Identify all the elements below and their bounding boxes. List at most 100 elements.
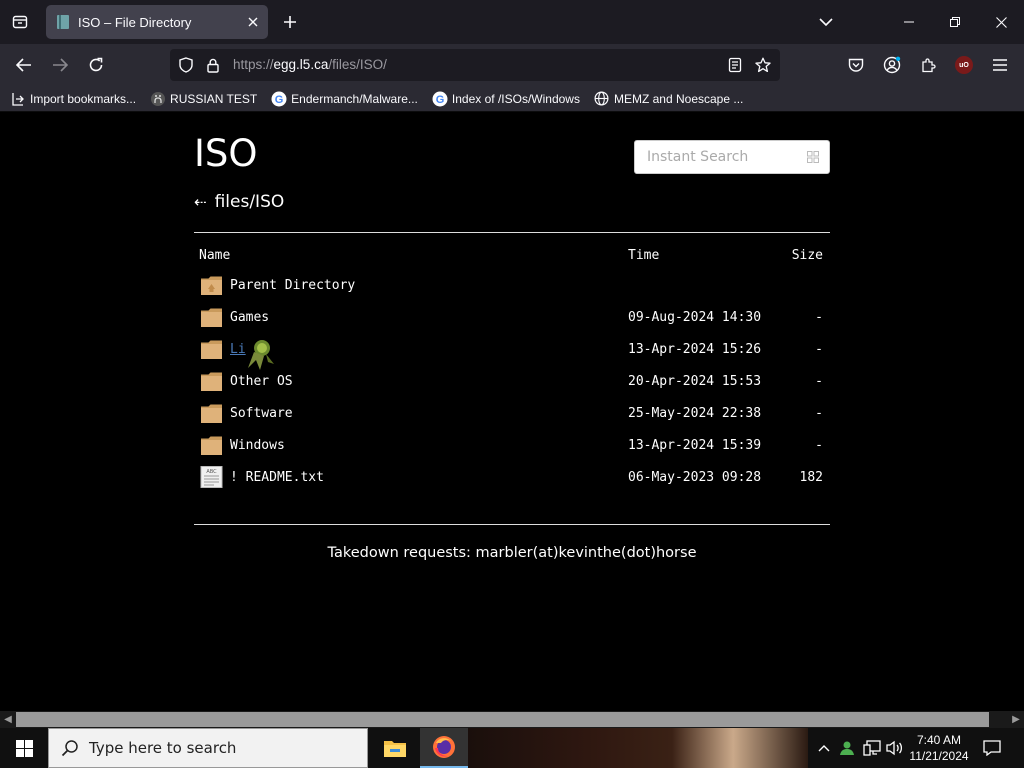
entry-size: - xyxy=(815,374,823,389)
url-prefix: https:// xyxy=(233,57,274,72)
entry-name[interactable]: Software xyxy=(230,406,293,421)
extensions-button[interactable] xyxy=(915,52,941,78)
entry-time: 20-Apr-2024 15:53 xyxy=(628,374,762,389)
url-bar[interactable]: https://egg.l5.ca/files/ISO/ xyxy=(170,49,780,81)
list-item[interactable]: Other OS 20-Apr-2024 15:53 - xyxy=(194,366,830,398)
tab-bar: ISO – File Directory xyxy=(0,0,1024,44)
windows-logo-icon xyxy=(15,739,33,757)
entry-name[interactable]: Windows xyxy=(230,438,285,453)
entry-name[interactable]: Games xyxy=(230,310,269,325)
entry-name[interactable]: Other OS xyxy=(230,374,293,389)
taskbar-background-image xyxy=(468,728,808,768)
taskbar-search-placeholder: Type here to search xyxy=(89,739,237,757)
divider xyxy=(194,524,830,525)
list-all-tabs-button[interactable] xyxy=(812,8,840,36)
scrollbar-thumb[interactable] xyxy=(16,712,989,727)
close-icon xyxy=(995,16,1007,28)
speaker-icon xyxy=(886,740,903,756)
bookmark-endermanch-malware[interactable]: G Endermanch/Malware... xyxy=(271,91,418,107)
bookmark-label: RUSSIAN TEST xyxy=(170,91,258,106)
window-close-button[interactable] xyxy=(978,0,1024,44)
column-name-header[interactable]: Name xyxy=(199,248,230,263)
taskbar-search[interactable]: Type here to search xyxy=(48,728,368,768)
page-content: ISO ⇠ files/ISO Name Time Size Parent Di… xyxy=(0,112,1024,711)
taskbar-clock[interactable]: 7:40 AM 11/21/2024 xyxy=(906,728,972,768)
url-host: egg.l5.ca xyxy=(273,57,329,72)
network-button[interactable] xyxy=(860,728,884,768)
back-button[interactable] xyxy=(9,50,39,80)
entry-name[interactable]: ! README.txt xyxy=(230,470,324,485)
column-time-header[interactable]: Time xyxy=(628,248,659,263)
pocket-button[interactable] xyxy=(843,52,869,78)
account-icon xyxy=(883,56,901,74)
forward-button[interactable] xyxy=(45,50,75,80)
list-item[interactable]: Games 09-Aug-2024 14:30 - xyxy=(194,302,830,334)
folder-icon xyxy=(201,404,222,423)
tab-iso-file-directory[interactable]: ISO – File Directory xyxy=(46,5,268,39)
volume-button[interactable] xyxy=(884,728,906,768)
ublock-shield-icon: uO xyxy=(955,56,973,74)
new-tab-button[interactable] xyxy=(276,8,304,36)
taskbar-firefox[interactable] xyxy=(420,728,468,768)
show-hidden-icons-button[interactable] xyxy=(814,728,834,768)
entry-time: 25-May-2024 22:38 xyxy=(628,406,762,421)
instant-search[interactable] xyxy=(634,140,830,174)
window-minimize-button[interactable] xyxy=(886,0,932,44)
clock-time: 7:40 AM xyxy=(916,733,962,747)
breadcrumb-path: files/ISO xyxy=(214,192,285,212)
start-button[interactable] xyxy=(0,728,48,768)
bookmark-memz-noescape[interactable]: MEMZ and Noescape ... xyxy=(594,91,743,107)
svg-text:G: G xyxy=(436,94,445,106)
bookmark-index-isos-windows[interactable]: G Index of /ISOs/Windows xyxy=(432,91,580,107)
chevron-down-icon xyxy=(819,18,833,27)
entry-time: 09-Aug-2024 14:30 xyxy=(628,310,762,325)
file-explorer-icon xyxy=(384,741,406,757)
takedown-notice: Takedown requests: marbler(at)kevinthe(d… xyxy=(327,545,697,561)
entry-name[interactable]: Parent Directory xyxy=(230,278,355,293)
application-menu-button[interactable] xyxy=(987,52,1013,78)
ublock-origin-button[interactable]: uO xyxy=(951,52,977,78)
minimize-icon xyxy=(904,21,914,23)
bookmark-import[interactable]: Import bookmarks... xyxy=(10,91,136,107)
cursor-sprite-icon xyxy=(248,340,274,370)
list-item[interactable]: ABC ! README.txt 06-May-2023 09:28 182 xyxy=(194,462,830,494)
account-button[interactable] xyxy=(879,52,905,78)
parent-arrow-icon[interactable]: ⇠ xyxy=(194,193,207,211)
instant-search-input[interactable] xyxy=(635,141,805,173)
firefox-view-button[interactable] xyxy=(6,8,34,36)
site-info-button[interactable] xyxy=(204,56,222,74)
close-tab-button[interactable] xyxy=(244,13,262,31)
text-file-icon: ABC xyxy=(200,466,223,488)
horizontal-scrollbar[interactable]: ◀ ▶ xyxy=(0,711,1024,728)
arrow-left-icon xyxy=(16,58,31,72)
book-favicon-icon xyxy=(57,15,69,29)
list-item[interactable]: Parent Directory xyxy=(194,270,830,302)
list-item[interactable]: Li 13-Apr-2024 15:26 - xyxy=(194,334,830,366)
scroll-right-arrow-icon[interactable]: ▶ xyxy=(1008,712,1024,727)
keyboard-shortcut-icon xyxy=(807,151,819,163)
notification-center-button[interactable] xyxy=(978,728,1006,768)
column-size-header[interactable]: Size xyxy=(792,248,823,263)
github-icon xyxy=(150,91,166,107)
tracking-protection-button[interactable] xyxy=(177,56,195,74)
tray-people-button[interactable] xyxy=(836,728,858,768)
search-icon xyxy=(61,740,78,757)
shield-icon xyxy=(179,57,193,73)
reader-view-button[interactable] xyxy=(726,56,744,74)
list-item[interactable]: Software 25-May-2024 22:38 - xyxy=(194,398,830,430)
network-icon xyxy=(863,740,881,756)
window-restore-button[interactable] xyxy=(932,0,978,44)
taskbar-file-explorer[interactable] xyxy=(372,728,418,768)
google-icon: G xyxy=(271,91,287,107)
bookmark-label: Import bookmarks... xyxy=(30,91,137,106)
reload-button[interactable] xyxy=(81,50,111,80)
bookmark-star-button[interactable] xyxy=(754,56,772,74)
listing-header: Name Time Size xyxy=(194,242,830,270)
puzzle-icon xyxy=(922,58,936,73)
svg-text:ABC: ABC xyxy=(206,469,217,475)
url-text[interactable]: https://egg.l5.ca/files/ISO/ xyxy=(233,57,387,72)
list-item[interactable]: Windows 13-Apr-2024 15:39 - xyxy=(194,430,830,462)
scroll-left-arrow-icon[interactable]: ◀ xyxy=(0,712,16,727)
entry-name[interactable]: Li xyxy=(230,342,246,357)
bookmark-russian-test[interactable]: RUSSIAN TEST xyxy=(150,91,257,107)
